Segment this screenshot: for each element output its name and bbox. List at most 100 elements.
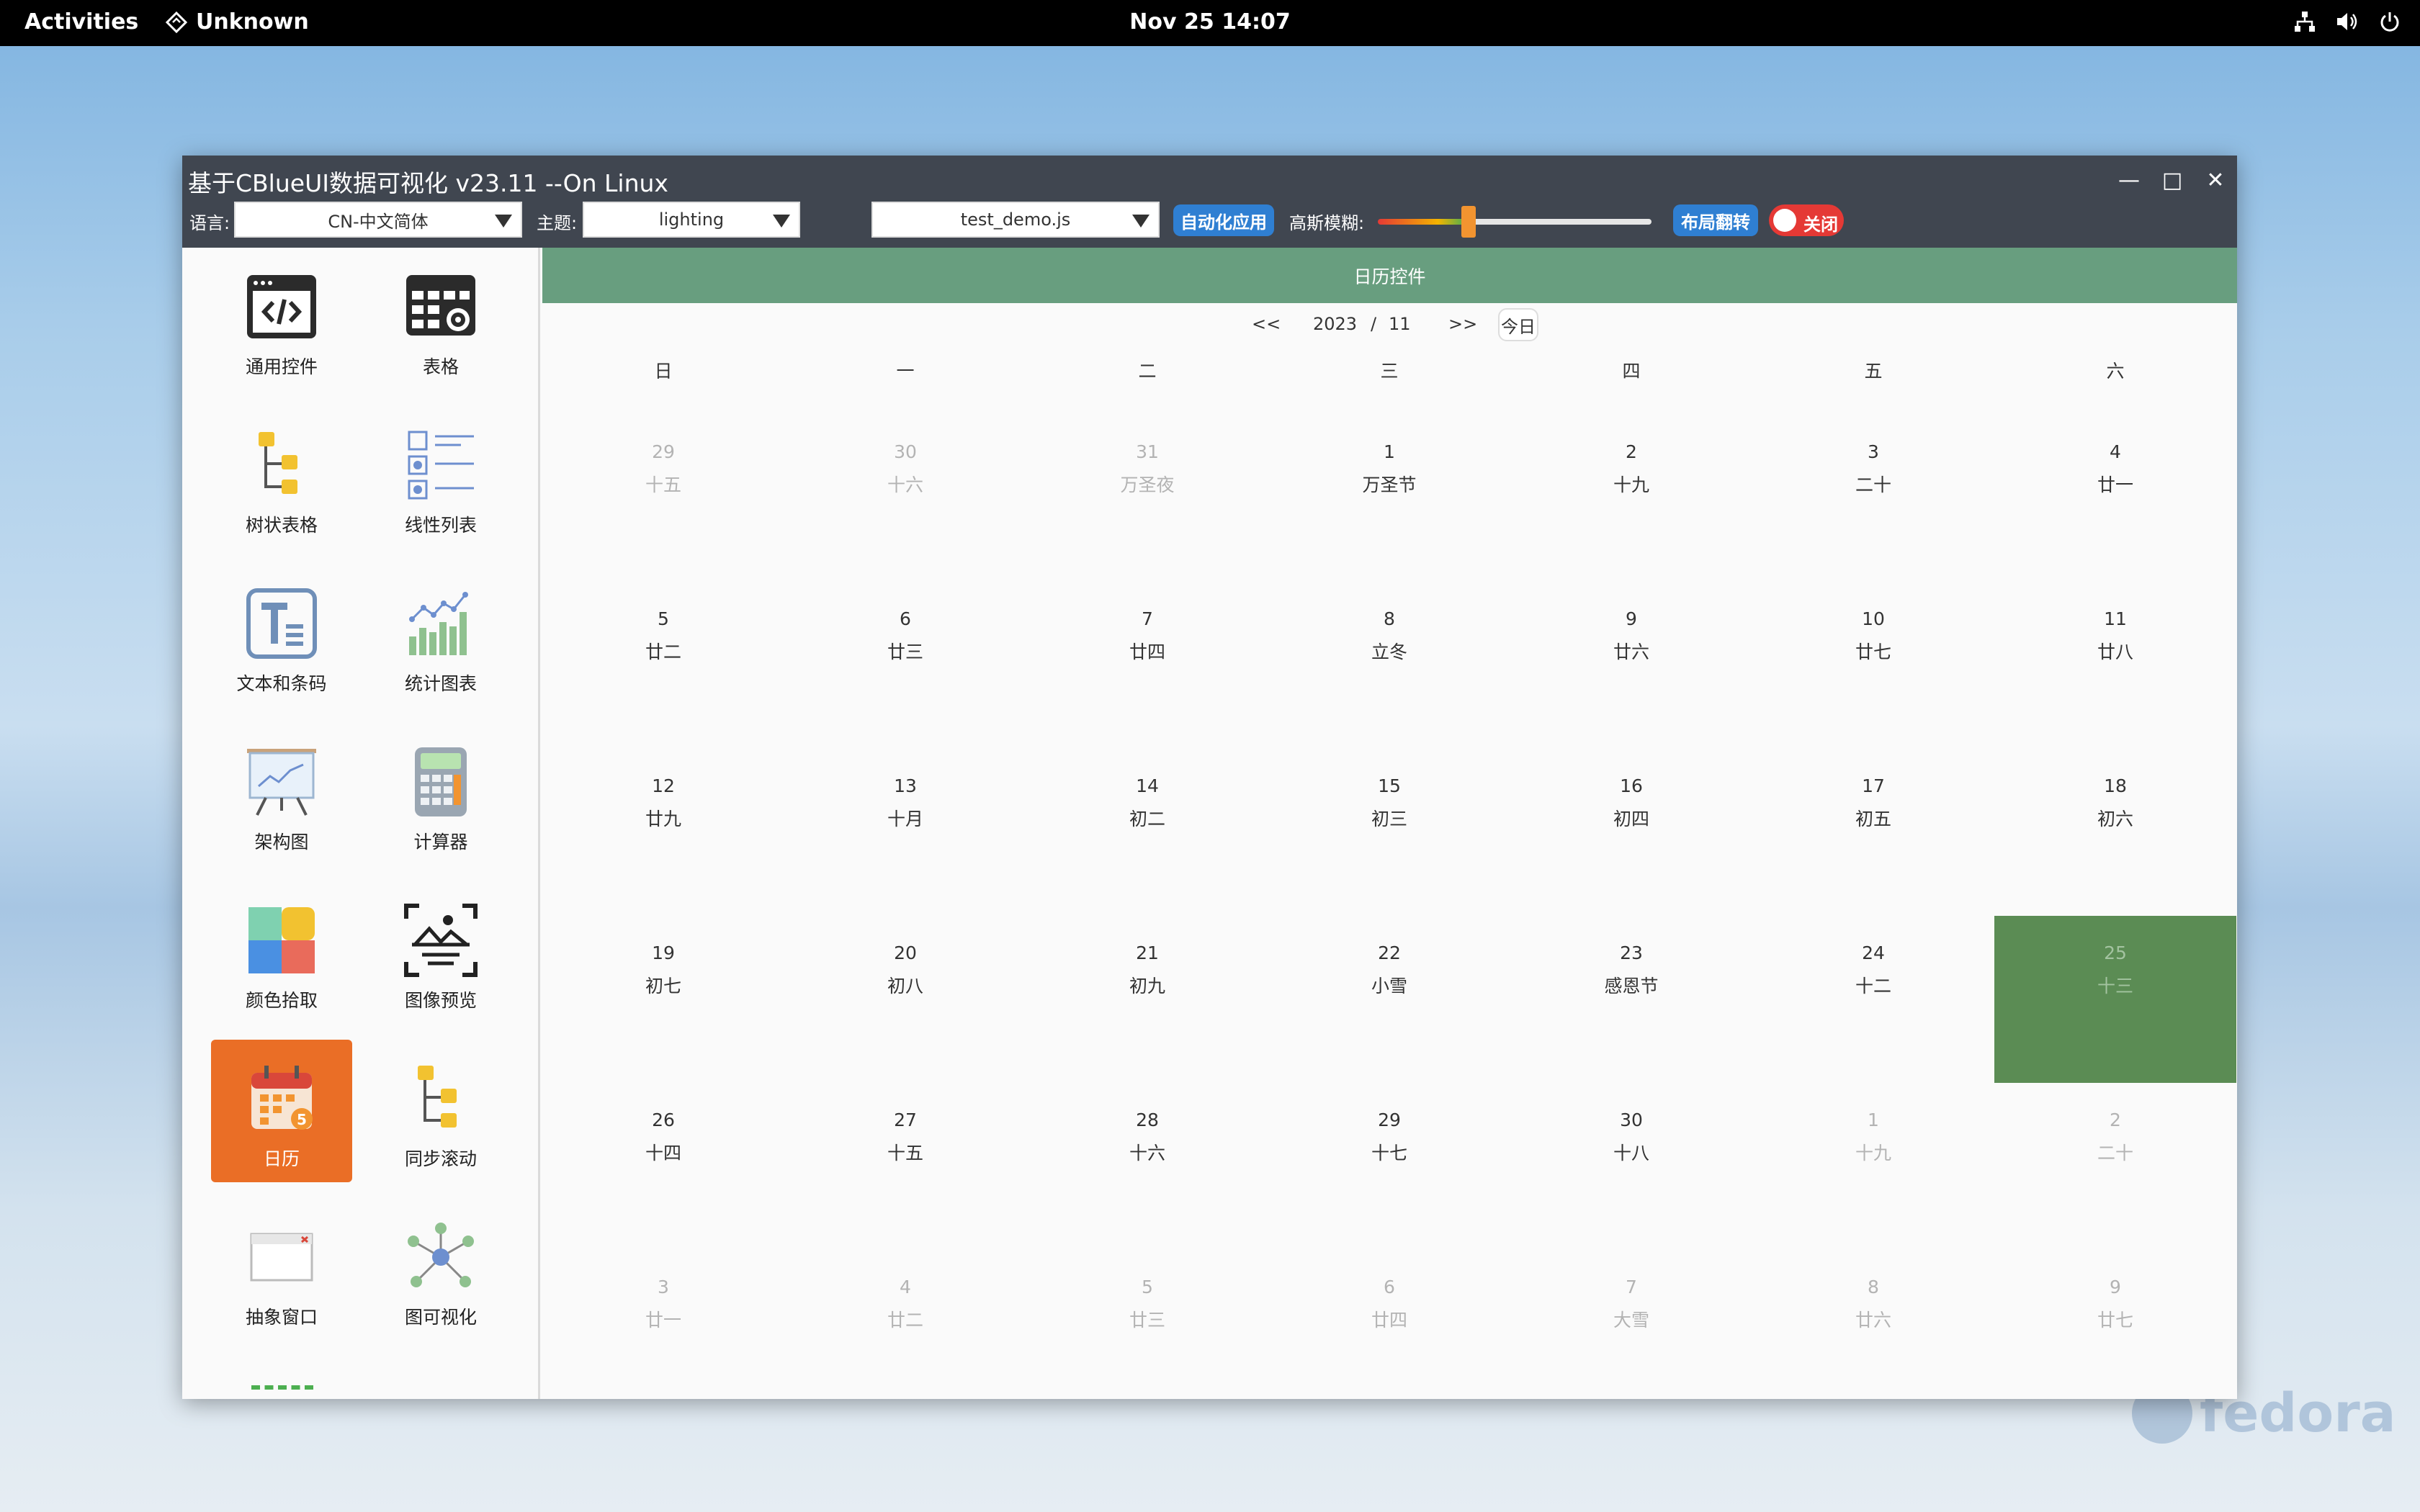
day-cell[interactable]: 3 廿一 — [542, 1250, 784, 1399]
lunar-label: 小雪 — [1371, 976, 1407, 996]
day-number: 16 — [1620, 775, 1643, 796]
day-cell[interactable]: 30 十六 — [784, 415, 1026, 582]
minimize-icon[interactable]: — — [2115, 166, 2143, 194]
layout-flip-button[interactable]: 布局翻转 — [1673, 204, 1758, 236]
sidebar-item-calendar[interactable]: 5 日历 — [211, 1040, 352, 1182]
sidebar-item-partial[interactable] — [251, 1385, 313, 1399]
day-cell[interactable]: 27 十五 — [784, 1083, 1026, 1250]
day-cell[interactable]: 4 廿二 — [784, 1250, 1026, 1399]
day-cell[interactable]: 10 廿七 — [1752, 582, 1994, 749]
day-cell[interactable]: 12 廿九 — [542, 749, 784, 916]
day-cell[interactable]: 1 十九 — [1752, 1083, 1994, 1250]
day-cell[interactable]: 11 廿八 — [1994, 582, 2236, 749]
today-button[interactable]: 今日 — [1498, 308, 1538, 341]
blur-toggle[interactable]: 关闭 — [1769, 204, 1844, 236]
day-cell[interactable]: 17 初五 — [1752, 749, 1994, 916]
day-cell[interactable]: 15 初三 — [1268, 749, 1510, 916]
sidebar-item-general-controls[interactable]: 通用控件 — [211, 248, 352, 390]
day-cell[interactable]: 21 初九 — [1026, 916, 1268, 1083]
prev-month-button[interactable]: << — [1252, 314, 1281, 334]
day-cell[interactable]: 20 初八 — [784, 916, 1026, 1083]
day-number: 26 — [652, 1110, 675, 1130]
sidebar-item-linear-list[interactable]: 线性列表 — [370, 406, 511, 549]
day-cell[interactable]: 16 初四 — [1510, 749, 1752, 916]
month-field[interactable]: 11 — [1389, 314, 1411, 334]
day-cell[interactable]: 30 十八 — [1510, 1083, 1752, 1250]
day-cell-selected[interactable]: 25 十三 — [1994, 916, 2236, 1083]
day-number: 8 — [1868, 1277, 1879, 1297]
day-cell[interactable]: 9 廿六 — [1510, 582, 1752, 749]
toggle-knob — [1773, 209, 1796, 232]
sidebar-item-graph-visualization[interactable]: 图可视化 — [370, 1198, 511, 1341]
script-select[interactable]: test_demo.js — [871, 202, 1160, 238]
day-number: 4 — [900, 1277, 911, 1297]
day-cell[interactable]: 29 十七 — [1268, 1083, 1510, 1250]
day-number: 28 — [1136, 1110, 1159, 1130]
clock[interactable]: Nov 25 14:07 — [0, 9, 2420, 35]
weekday-header: 日 — [654, 361, 673, 382]
lunar-label: 十五 — [887, 1143, 923, 1164]
day-cell[interactable]: 28 十六 — [1026, 1083, 1268, 1250]
sidebar-item-label: 通用控件 — [245, 356, 318, 377]
day-cell[interactable]: 4 廿一 — [1994, 415, 2236, 582]
sidebar-item-color-picker[interactable]: 颜色拾取 — [211, 881, 352, 1024]
day-cell[interactable]: 2 十九 — [1510, 415, 1752, 582]
day-cell[interactable]: 5 廿二 — [542, 582, 784, 749]
day-cell[interactable]: 9 廿七 — [1994, 1250, 2236, 1399]
day-cell[interactable]: 7 大雪 — [1510, 1250, 1752, 1399]
day-cell[interactable]: 7 廿四 — [1026, 582, 1268, 749]
sidebar-item-text-barcode[interactable]: 文本和条码 — [211, 564, 352, 707]
day-cell[interactable]: 19 初七 — [542, 916, 784, 1083]
sidebar-item-tree-table[interactable]: 树状表格 — [211, 406, 352, 549]
title-bar[interactable]: 基于CBlueUI数据可视化 v23.11 --On Linux — □ ✕ 语… — [182, 156, 2237, 248]
auto-apply-button[interactable]: 自动化应用 — [1173, 204, 1274, 236]
day-number: 31 — [1136, 441, 1159, 462]
sidebar-item-abstract-window[interactable]: 抽象窗口 — [211, 1198, 352, 1341]
sidebar-item-sync-scroll[interactable]: 同步滚动 — [370, 1040, 511, 1182]
lunar-label: 大雪 — [1613, 1310, 1649, 1331]
day-number: 17 — [1862, 775, 1885, 796]
day-cell[interactable]: 2 二十 — [1994, 1083, 2236, 1250]
day-cell[interactable]: 22 小雪 — [1268, 916, 1510, 1083]
day-cell[interactable]: 5 廿三 — [1026, 1250, 1268, 1399]
system-tray[interactable] — [2293, 10, 2401, 33]
activities-button[interactable]: Activities — [24, 9, 138, 35]
language-select[interactable]: CN-中文简体 — [234, 202, 522, 238]
next-month-button[interactable]: >> — [1448, 314, 1477, 334]
lunar-label: 感恩节 — [1604, 976, 1659, 996]
lunar-label: 十四 — [645, 1143, 681, 1164]
year-field[interactable]: 2023 — [1313, 314, 1357, 334]
blur-slider-track[interactable] — [1378, 219, 1652, 225]
day-cell[interactable]: 8 立冬 — [1268, 582, 1510, 749]
day-cell[interactable]: 18 初六 — [1994, 749, 2236, 916]
sidebar-item-calculator[interactable]: 计算器 — [370, 723, 511, 865]
day-cell[interactable]: 29 十五 — [542, 415, 784, 582]
sidebar-item-architecture[interactable]: 架构图 — [211, 723, 352, 865]
day-cell[interactable]: 6 廿四 — [1268, 1250, 1510, 1399]
day-cell[interactable]: 1 万圣节 — [1268, 415, 1510, 582]
sidebar-item-statistics-chart[interactable]: 统计图表 — [370, 564, 511, 707]
maximize-icon[interactable]: □ — [2158, 166, 2187, 194]
day-number: 6 — [1384, 1277, 1395, 1297]
sidebar-item-table[interactable]: 表格 — [370, 248, 511, 390]
blur-slider-thumb[interactable] — [1461, 206, 1476, 238]
sidebar-item-image-preview[interactable]: 图像预览 — [370, 881, 511, 1024]
day-cell[interactable]: 6 廿三 — [784, 582, 1026, 749]
day-cell[interactable]: 3 二十 — [1752, 415, 1994, 582]
day-cell[interactable]: 23 感恩节 — [1510, 916, 1752, 1083]
theme-select[interactable]: lighting — [583, 202, 800, 238]
day-number: 21 — [1136, 942, 1159, 963]
close-icon[interactable]: ✕ — [2201, 166, 2230, 194]
app-menu[interactable]: Unknown — [166, 9, 309, 35]
day-cell[interactable]: 8 廿六 — [1752, 1250, 1994, 1399]
day-cell[interactable]: 26 十四 — [542, 1083, 784, 1250]
lunar-label: 廿六 — [1855, 1310, 1891, 1331]
day-number: 15 — [1378, 775, 1401, 796]
lunar-label: 十二 — [1855, 976, 1891, 996]
code-window-icon — [247, 275, 316, 338]
power-icon — [2380, 12, 2399, 32]
day-cell[interactable]: 13 十月 — [784, 749, 1026, 916]
day-cell[interactable]: 31 万圣夜 — [1026, 415, 1268, 582]
day-cell[interactable]: 14 初二 — [1026, 749, 1268, 916]
day-cell[interactable]: 24 十二 — [1752, 916, 1994, 1083]
